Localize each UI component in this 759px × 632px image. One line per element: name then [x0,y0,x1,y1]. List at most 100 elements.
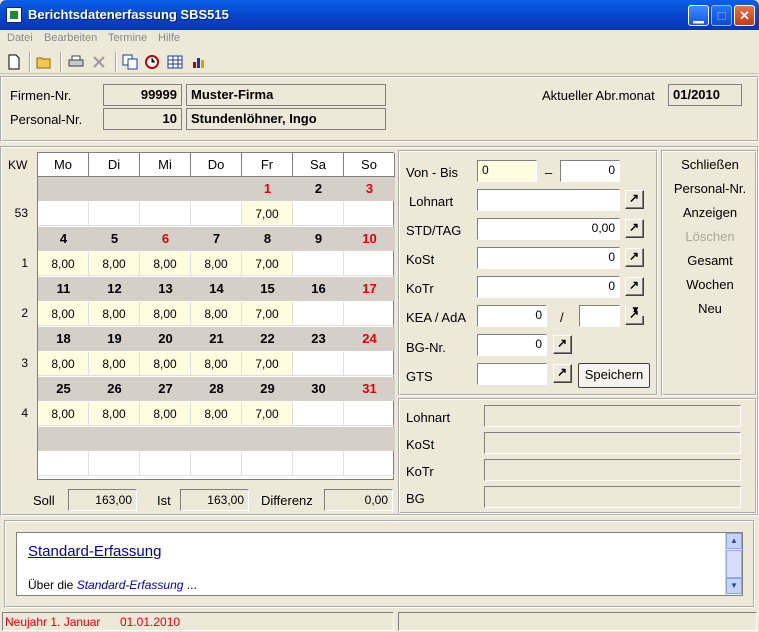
copy-icon[interactable] [122,54,138,70]
firm-label: Firmen-Nr. [10,88,72,103]
hours-cell[interactable]: 8,00 [191,352,242,376]
menu-datei[interactable]: Datei [7,32,33,44]
hours-cell[interactable]: 8,00 [191,252,242,276]
hours-cell[interactable] [140,202,191,226]
menu-bearbeiten[interactable]: Bearbeiten [44,32,97,44]
hours-cell[interactable] [344,302,395,326]
hours-cell[interactable]: 7,00 [242,352,293,376]
personal-action[interactable]: Personal-Nr. [664,181,756,196]
hours-cell[interactable]: 8,00 [38,402,89,426]
gts-lookup-button[interactable] [553,364,572,383]
scroll-thumb[interactable] [726,550,742,578]
delete-icon[interactable] [91,54,107,70]
gts-input[interactable] [477,363,547,385]
hours-cell[interactable]: 8,00 [191,302,242,326]
date-cell: 25 [56,381,71,396]
std-input[interactable]: 0,00 [477,218,620,240]
hours-cell[interactable]: 8,00 [38,302,89,326]
date-cell [191,177,242,201]
hours-cell[interactable] [38,452,89,476]
hours-cell[interactable] [293,352,344,376]
hours-cell[interactable]: 8,00 [89,252,140,276]
show-action[interactable]: Anzeigen [664,205,756,220]
hours-cell[interactable]: 7,00 [242,302,293,326]
help-scrollbar[interactable]: ▲ ▼ [725,533,742,595]
hours-cell[interactable] [293,452,344,476]
help-content: Standard-Erfassung Über die Standard-Erf… [16,532,743,596]
hours-cell[interactable] [293,402,344,426]
help-text-link[interactable]: Standard-Erfassung [77,578,184,592]
hours-cell[interactable] [293,202,344,226]
hours-cell[interactable]: 8,00 [89,302,140,326]
hours-cell[interactable]: 8,00 [191,402,242,426]
lohnart-input[interactable] [477,189,620,211]
hours-cell[interactable] [191,452,242,476]
hours-cell[interactable]: 8,00 [38,252,89,276]
scroll-down-icon[interactable]: ▼ [726,578,742,594]
help-title-link[interactable]: Standard-Erfassung [28,543,161,560]
print-icon[interactable] [68,54,84,70]
hours-cell[interactable] [344,352,395,376]
ada-dropdown-button[interactable]: ▼ [625,305,645,325]
kotr-lookup-button[interactable] [625,277,644,296]
hours-cell[interactable]: 7,00 [242,402,293,426]
minimize-button[interactable]: ▁ [688,5,709,26]
kea-slash: / [560,310,564,325]
hours-cell[interactable] [344,402,395,426]
hours-cell[interactable]: 8,00 [38,352,89,376]
table-icon[interactable] [167,54,183,70]
new-action[interactable]: Neu [664,301,756,316]
hours-cell[interactable] [344,252,395,276]
hours-cell[interactable]: 8,00 [140,302,191,326]
hours-cell[interactable]: 8,00 [140,352,191,376]
kost-lookup-button[interactable] [625,248,644,267]
week-number: 1 [21,256,28,270]
hours-cell[interactable]: 8,00 [140,252,191,276]
total-action[interactable]: Gesamt [664,253,756,268]
std-label: STD/TAG [406,223,462,238]
open-icon[interactable] [36,54,52,70]
hours-cell[interactable] [293,302,344,326]
close-action[interactable]: Schließen [664,157,756,172]
bis-input[interactable]: 0 [560,160,620,182]
lohnart-lookup-button[interactable] [625,190,644,209]
hours-cell[interactable]: 8,00 [89,402,140,426]
hours-cell[interactable] [38,202,89,226]
hours-cell[interactable]: 7,00 [242,252,293,276]
hours-cell[interactable]: 8,00 [89,352,140,376]
weeks-action[interactable]: Wochen [664,277,756,292]
app-icon [6,7,22,23]
von-input[interactable]: 0 [477,160,537,182]
save-button[interactable]: Speichern [578,363,650,388]
hours-cell[interactable] [242,452,293,476]
clock-icon[interactable] [144,54,160,70]
hours-cell[interactable] [191,202,242,226]
hours-cell[interactable] [293,252,344,276]
hours-cell[interactable]: 8,00 [140,402,191,426]
hours-cell[interactable] [344,452,395,476]
new-icon[interactable] [6,54,22,70]
info-kotr-label: KoTr [406,464,434,479]
ada-select[interactable] [579,305,620,327]
hours-cell[interactable] [140,452,191,476]
hours-cell[interactable] [89,452,140,476]
kea-input[interactable]: 0 [477,305,547,327]
hours-cell[interactable]: 7,00 [242,202,293,226]
std-lookup-button[interactable] [625,219,644,238]
close-button[interactable]: ✕ [734,5,755,26]
bg-input[interactable]: 0 [477,334,547,356]
chart-icon[interactable] [191,54,207,70]
kotr-input[interactable]: 0 [477,276,620,298]
hours-cell[interactable] [89,202,140,226]
gts-label: GTS [406,369,433,384]
bg-lookup-button[interactable] [553,335,572,354]
scroll-up-icon[interactable]: ▲ [726,533,742,549]
kost-input[interactable]: 0 [477,247,620,269]
maximize-button[interactable]: □ [711,5,732,26]
info-kotr-value [484,459,741,481]
entry-form-panel [398,150,658,396]
menu-termine[interactable]: Termine [108,32,147,44]
delete-action[interactable]: Löschen [664,229,756,244]
menu-hilfe[interactable]: Hilfe [158,32,180,44]
hours-cell[interactable] [344,202,395,226]
